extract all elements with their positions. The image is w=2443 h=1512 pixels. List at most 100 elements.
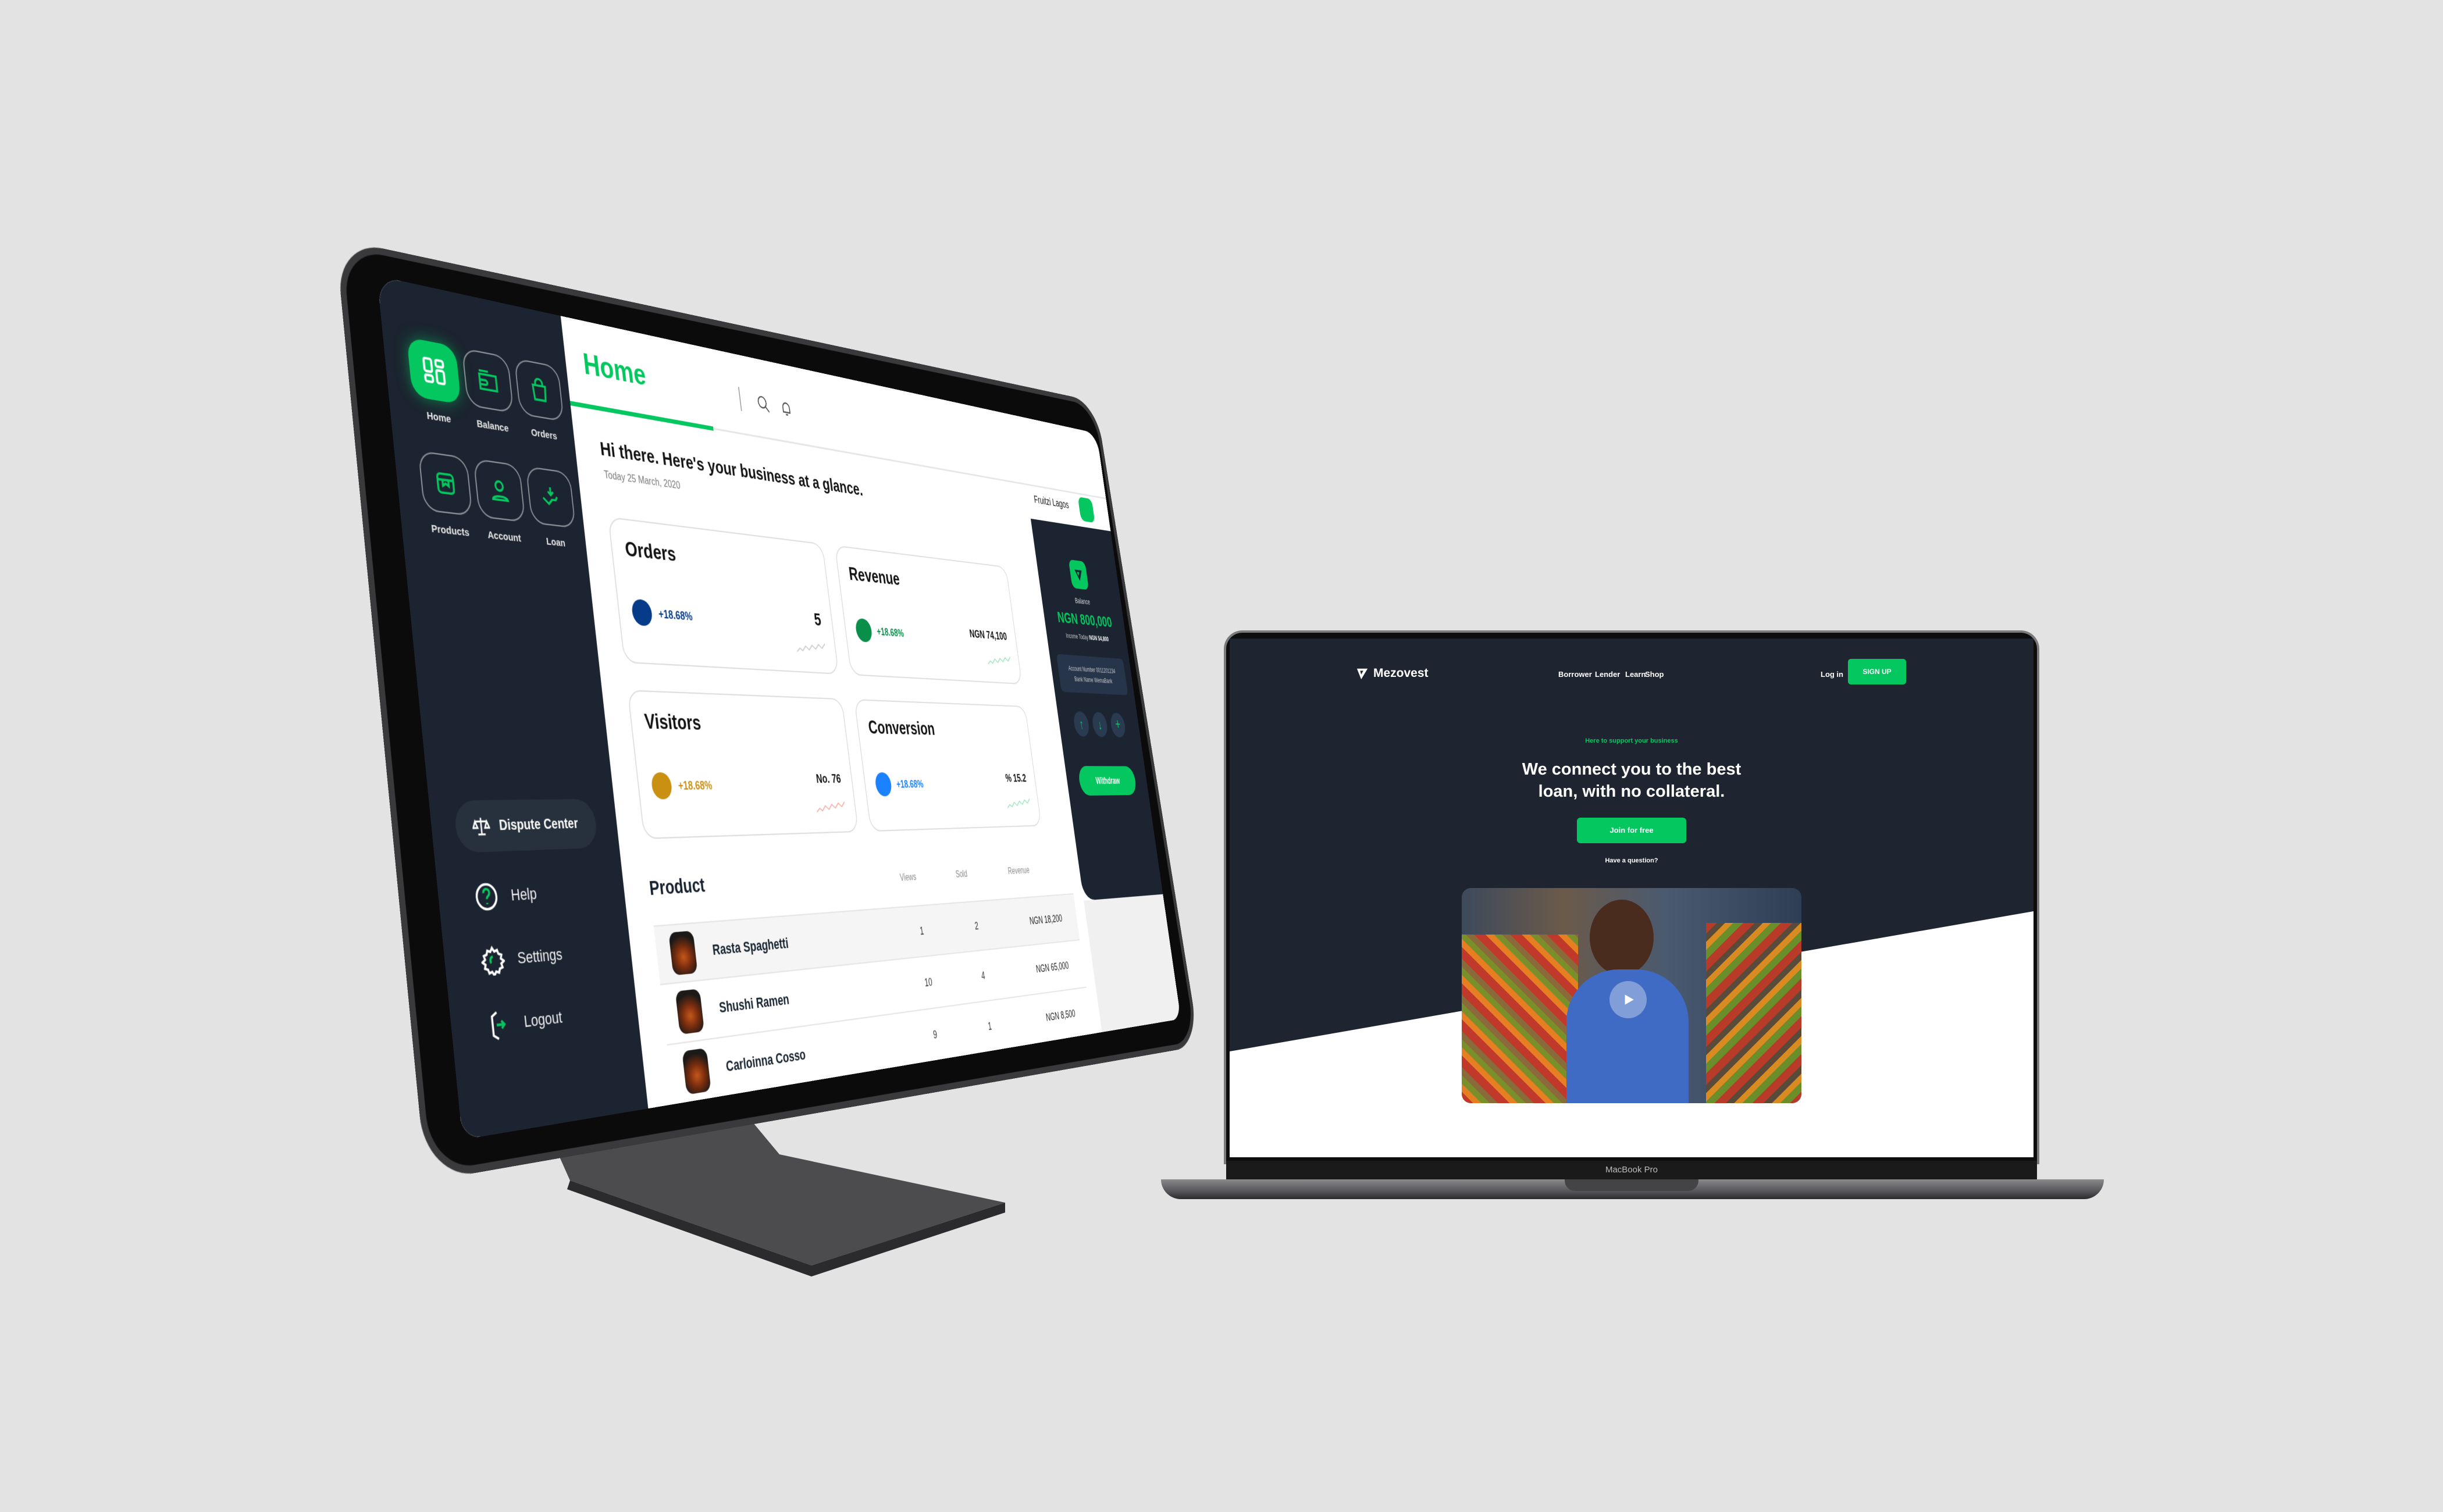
macbook-notch xyxy=(1565,1179,1698,1191)
avatar[interactable] xyxy=(1078,497,1095,523)
card-change: +18.68% xyxy=(876,626,904,640)
card-change: +18.68% xyxy=(658,607,693,623)
product-views: 1 xyxy=(892,922,950,940)
indicator-dot xyxy=(650,772,673,800)
grid-icon xyxy=(420,353,448,388)
product-revenue: NGN 65,000 xyxy=(1009,960,1070,979)
balance-amount: NGN 800,000 xyxy=(1043,607,1125,632)
visitors-card[interactable]: Visitors +18.68% No. 76 xyxy=(627,690,859,839)
sidebar-label-loan: Loan xyxy=(526,533,585,551)
product-thumbnail xyxy=(675,989,704,1035)
help-icon xyxy=(473,881,500,912)
macbook-chin: MacBook Pro xyxy=(1226,1161,2037,1179)
column-views: Views xyxy=(899,872,917,884)
user-icon xyxy=(487,475,512,506)
page-title: Home xyxy=(581,345,647,393)
sidebar-item-balance[interactable] xyxy=(461,348,514,413)
logout-icon xyxy=(486,1008,513,1042)
sidebar-item-products[interactable] xyxy=(418,450,473,516)
play-button[interactable] xyxy=(1609,981,1647,1018)
income-label: Income Today xyxy=(1066,632,1089,641)
add-plus-icon[interactable]: + xyxy=(1109,712,1127,737)
product-sold: 1 xyxy=(962,1016,1017,1036)
product-name: Shushi Ramen xyxy=(718,978,901,1017)
help-label: Help xyxy=(510,885,537,905)
send-arrow-up-icon[interactable]: ↑ xyxy=(1073,711,1091,737)
sidebar-label-orders: Orders xyxy=(514,424,574,445)
dispute-center-button[interactable]: Dispute Center xyxy=(453,799,599,853)
bell-icon[interactable] xyxy=(778,398,794,419)
indicator-dot xyxy=(854,618,873,643)
card-change: +18.68% xyxy=(678,779,713,793)
logout-label: Logout xyxy=(523,1008,563,1032)
hand-receive-icon xyxy=(539,483,562,512)
hero-eyebrow: Here to support your business xyxy=(1230,737,2034,744)
sidebar-item-account[interactable] xyxy=(473,458,526,522)
products-title: Product xyxy=(648,874,706,900)
scales-icon xyxy=(471,815,491,837)
hero-video-thumbnail[interactable] xyxy=(1462,888,1801,1103)
produce-crates xyxy=(1706,923,1801,1103)
nav-lender[interactable]: Lender xyxy=(1595,670,1620,679)
header-separator xyxy=(738,387,742,411)
help-link[interactable]: Help xyxy=(473,879,538,912)
box-icon xyxy=(433,468,459,499)
active-tab-indicator xyxy=(570,401,714,430)
join-for-free-button[interactable]: Join for free xyxy=(1577,818,1686,843)
card-title: Conversion xyxy=(867,716,936,739)
product-name: Rasta Spaghetti xyxy=(711,926,894,959)
card-value: 5 xyxy=(813,609,822,630)
product-sold: 4 xyxy=(956,967,1010,985)
product-thumbnail xyxy=(668,930,697,975)
sparkline xyxy=(815,800,846,814)
wallet-icon xyxy=(475,365,500,397)
card-value: No. 76 xyxy=(815,772,842,787)
brand-name: Mezovest xyxy=(1373,666,1429,680)
imac-stand xyxy=(0,0,2443,1512)
sparkline xyxy=(796,640,826,655)
income-value: NGN 54,800 xyxy=(1089,634,1109,643)
login-link[interactable]: Log in xyxy=(1821,670,1843,679)
product-revenue: NGN 8,500 xyxy=(1015,1007,1076,1028)
sidebar-item-orders[interactable] xyxy=(514,358,565,422)
revenue-card[interactable]: Revenue +18.68% NGN 74,100 xyxy=(835,545,1023,684)
settings-link[interactable]: Settings xyxy=(480,940,564,976)
indicator-dot xyxy=(874,772,893,796)
signup-button[interactable]: SIGN UP xyxy=(1848,659,1906,684)
receive-arrow-down-icon[interactable]: ↓ xyxy=(1091,712,1109,737)
mezovest-logo-icon xyxy=(1069,559,1089,590)
have-a-question-link[interactable]: Have a question? xyxy=(1230,857,2034,864)
card-title: Revenue xyxy=(847,563,901,590)
withdraw-button[interactable]: Withdraw xyxy=(1077,766,1137,796)
orders-card[interactable]: Orders +18.68% 5 xyxy=(608,516,839,675)
settings-label: Settings xyxy=(517,945,563,968)
sparkline xyxy=(1006,798,1031,811)
sidebar-item-home[interactable] xyxy=(407,337,461,404)
product-views: 10 xyxy=(899,973,957,993)
logout-link[interactable]: Logout xyxy=(486,1003,564,1042)
search-icon[interactable] xyxy=(756,393,771,415)
account-details: Account Number 0011201234 Bank Name Wema… xyxy=(1056,654,1128,696)
date: Today 25 March, 2020 xyxy=(603,469,681,492)
mezovest-logo-icon xyxy=(1356,666,1369,680)
card-title: Visitors xyxy=(643,709,702,735)
column-revenue: Revenue xyxy=(1007,865,1030,877)
balance-label: Balance xyxy=(1041,593,1122,609)
product-sold: 2 xyxy=(949,918,1003,935)
sidebar-item-loan[interactable] xyxy=(525,466,576,529)
nav-learn[interactable]: Learn xyxy=(1625,670,1646,679)
gear-icon xyxy=(480,944,507,976)
brand-logo[interactable]: Mezovest xyxy=(1356,666,1429,680)
play-icon xyxy=(1621,992,1636,1007)
user-name: Fruitzi Lagos xyxy=(1033,494,1069,511)
nav-borrower[interactable]: Borrower xyxy=(1558,670,1592,679)
hero-headline: We connect you to the best loan, with no… xyxy=(1230,758,2034,803)
nav-shop[interactable]: Shop xyxy=(1645,670,1664,679)
card-title: Orders xyxy=(624,537,677,566)
card-change: +18.68% xyxy=(896,778,924,791)
hero-headline-line-1: We connect you to the best xyxy=(1230,758,2034,780)
dispute-center-label: Dispute Center xyxy=(498,815,579,834)
person-head xyxy=(1590,900,1654,975)
conversion-card[interactable]: Conversion +18.68% % 15.2 xyxy=(854,699,1042,832)
card-value: % 15.2 xyxy=(1005,772,1027,785)
